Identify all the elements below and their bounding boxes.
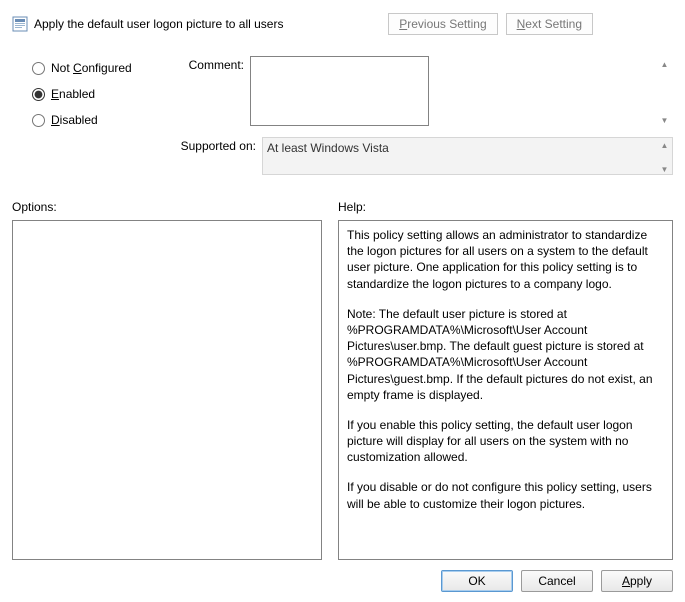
- dialog-footer: OK Cancel Apply: [441, 570, 673, 592]
- config-row: Not Configured Enabled Disabled Comment:…: [12, 56, 673, 186]
- supported-label: Supported on:: [172, 137, 262, 178]
- right-column: Comment: ▲ ▼ Supported on: At least Wind…: [172, 56, 673, 186]
- options-box[interactable]: [12, 220, 322, 560]
- supported-on-box: At least Windows Vista: [262, 137, 673, 175]
- help-label: Help:: [338, 200, 673, 214]
- state-radio-group: Not Configured Enabled Disabled: [12, 56, 172, 186]
- radio-disabled[interactable]: Disabled: [32, 108, 172, 132]
- radio-enabled-label: Enabled: [51, 87, 95, 101]
- radio-enabled-input[interactable]: [32, 88, 45, 101]
- comment-label: Comment:: [172, 56, 250, 129]
- radio-not-configured[interactable]: Not Configured: [32, 56, 172, 80]
- options-column: Options:: [12, 200, 322, 560]
- scroll-down-icon: ▼: [657, 113, 672, 128]
- comment-input[interactable]: [250, 56, 429, 126]
- radio-disabled-label: Disabled: [51, 113, 98, 127]
- header: Apply the default user logon picture to …: [12, 10, 673, 38]
- help-paragraph: Note: The default user picture is stored…: [347, 306, 664, 403]
- nav-buttons: Previous Setting Next Setting: [388, 13, 593, 35]
- apply-button[interactable]: Apply: [601, 570, 673, 592]
- previous-setting-button[interactable]: Previous Setting: [388, 13, 497, 35]
- help-paragraph: If you disable or do not configure this …: [347, 479, 664, 511]
- supported-row: Supported on: At least Windows Vista ▲ ▼: [172, 137, 673, 178]
- help-paragraph: If you enable this policy setting, the d…: [347, 417, 664, 466]
- scroll-up-icon: ▲: [657, 57, 672, 72]
- radio-not-configured-input[interactable]: [32, 62, 45, 75]
- radio-not-configured-label: Not Configured: [51, 61, 132, 75]
- lower-panels: Options: Help: This policy setting allow…: [12, 200, 673, 560]
- policy-title: Apply the default user logon picture to …: [34, 17, 388, 31]
- policy-icon: [12, 16, 28, 32]
- help-paragraph: This policy setting allows an administra…: [347, 227, 664, 292]
- help-box[interactable]: This policy setting allows an administra…: [338, 220, 673, 560]
- next-setting-button[interactable]: Next Setting: [506, 13, 593, 35]
- ok-button[interactable]: OK: [441, 570, 513, 592]
- policy-dialog: Apply the default user logon picture to …: [0, 0, 685, 602]
- radio-disabled-input[interactable]: [32, 114, 45, 127]
- options-label: Options:: [12, 200, 322, 214]
- help-column: Help: This policy setting allows an admi…: [338, 200, 673, 560]
- radio-enabled[interactable]: Enabled: [32, 82, 172, 106]
- comment-row: Comment: ▲ ▼: [172, 56, 673, 129]
- cancel-button[interactable]: Cancel: [521, 570, 593, 592]
